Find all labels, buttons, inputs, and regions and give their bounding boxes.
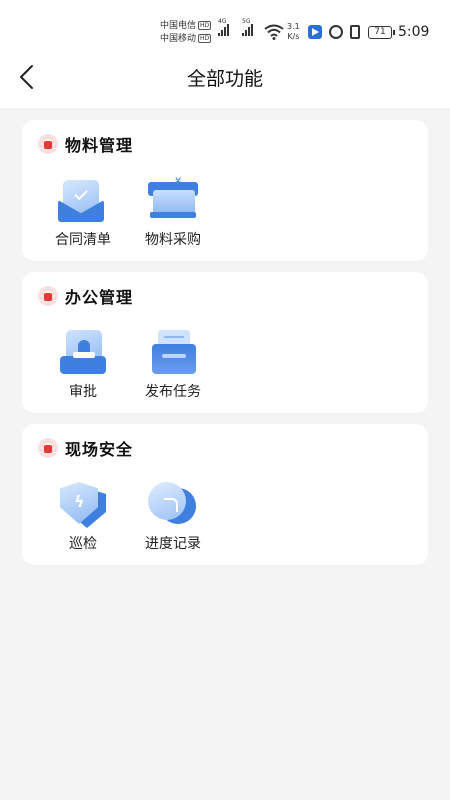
function-item-publish-task[interactable]: 发布任务	[128, 328, 218, 401]
section-header: 现场安全	[38, 436, 133, 460]
function-item-material-purchase[interactable]: ¥ 物料采购	[128, 176, 218, 249]
network-speed: 3.1 K/s	[287, 22, 300, 42]
function-grid: ϟ 巡检 进度记录	[38, 480, 218, 553]
speed-value: 3.1	[287, 22, 300, 31]
carrier-1: 中国电信	[160, 21, 197, 31]
section-material-management: 物料管理 合同清单 ¥ 物料采购	[22, 120, 428, 261]
signal-2-icon: 5G	[242, 18, 253, 36]
section-office-management: 办公管理 审批 发布任务	[22, 272, 428, 413]
section-header: 办公管理	[38, 284, 133, 308]
carrier-info: 中国电信 HD 中国移动 HD	[160, 20, 212, 46]
function-item-patrol[interactable]: ϟ 巡检	[38, 480, 128, 553]
function-item-contract-list[interactable]: 合同清单	[38, 176, 128, 249]
task-icon	[148, 328, 198, 376]
network-type-1: 4G	[218, 18, 227, 25]
hd-badge-1: HD	[198, 21, 212, 30]
section-title: 物料管理	[65, 136, 134, 155]
function-item-approval[interactable]: 审批	[38, 328, 128, 401]
patrol-icon: ϟ	[58, 480, 108, 528]
alarm-icon	[329, 25, 343, 39]
network-type-2: 5G	[242, 18, 251, 25]
speed-unit: K/s	[287, 32, 300, 41]
function-label: 发布任务	[145, 384, 201, 400]
section-title: 现场安全	[65, 440, 134, 459]
page-title: 全部功能	[186, 68, 263, 90]
app-notification-icon	[308, 25, 322, 39]
status-bar: 中国电信 HD 中国移动 HD 4G 5G 3.1 K/s 71 5:09	[0, 0, 450, 46]
document-icon	[38, 438, 58, 458]
document-icon	[38, 286, 58, 306]
clock: 5:09	[398, 24, 430, 40]
wifi-icon	[264, 24, 284, 40]
function-grid: 合同清单 ¥ 物料采购	[38, 176, 218, 249]
document-icon	[38, 134, 58, 154]
vibrate-icon	[350, 25, 360, 39]
nav-bar: 全部功能	[0, 46, 450, 108]
section-title: 办公管理	[65, 288, 134, 307]
hd-badge-2: HD	[198, 34, 212, 43]
purchase-icon: ¥	[148, 176, 198, 224]
section-header: 物料管理	[38, 132, 133, 156]
function-label: 巡检	[69, 536, 97, 552]
battery-icon: 71	[368, 26, 395, 39]
signal-1-icon: 4G	[218, 18, 229, 36]
function-grid: 审批 发布任务	[38, 328, 218, 401]
carrier-2: 中国移动	[160, 34, 197, 44]
function-label: 进度记录	[145, 536, 201, 552]
main-content: 物料管理 合同清单 ¥ 物料采购 办公管理 审批 发布任务 现场安全 ϟ 巡检 …	[0, 108, 450, 565]
function-item-progress-record[interactable]: 进度记录	[128, 480, 218, 553]
function-label: 合同清单	[55, 232, 111, 248]
progress-icon	[148, 480, 198, 528]
approve-icon	[58, 328, 108, 376]
function-label: 物料采购	[145, 232, 201, 248]
section-site-safety: 现场安全 ϟ 巡检 进度记录	[22, 424, 428, 565]
function-label: 审批	[69, 384, 97, 400]
contract-icon	[58, 176, 108, 224]
